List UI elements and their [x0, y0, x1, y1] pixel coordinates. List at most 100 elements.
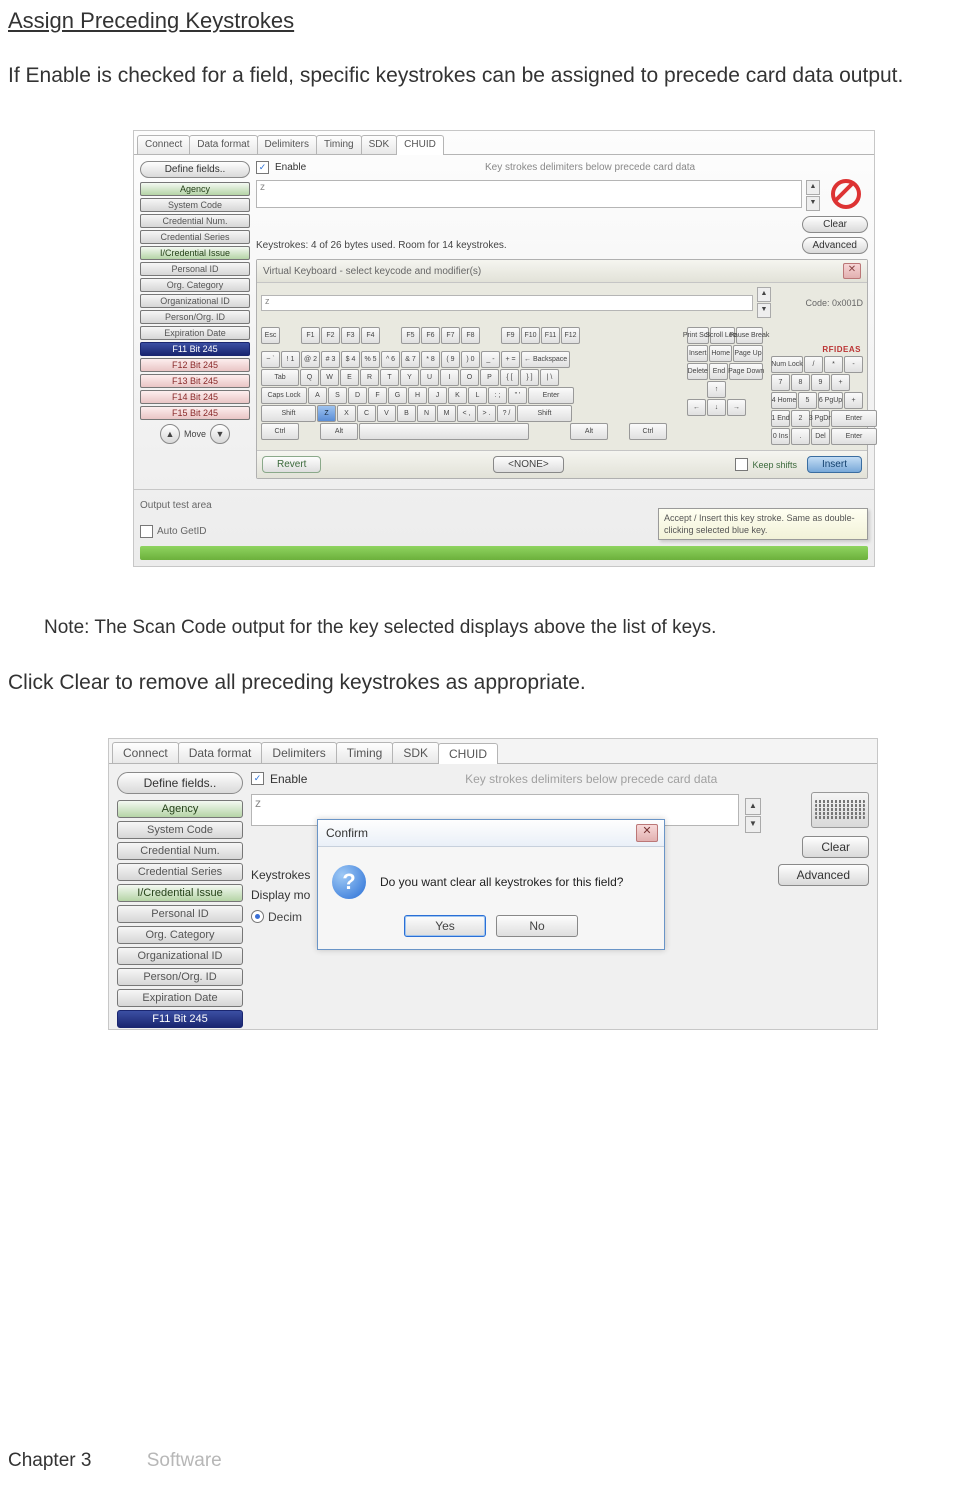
- dialog-no-button[interactable]: No: [496, 915, 578, 937]
- key-s[interactable]: S: [328, 387, 347, 404]
- key-f12[interactable]: F12: [561, 327, 580, 344]
- key-insert[interactable]: Insert: [687, 345, 708, 362]
- key-i[interactable]: I: [440, 369, 459, 386]
- key-k[interactable]: K: [448, 387, 467, 404]
- advanced-button[interactable]: Advanced: [802, 237, 868, 254]
- field-credential-series-2[interactable]: Credential Series: [117, 863, 243, 881]
- dialog-close-button[interactable]: ✕: [636, 824, 658, 842]
- key-7[interactable]: 7: [771, 374, 790, 391]
- key-f6[interactable]: F6: [421, 327, 440, 344]
- key-esc[interactable]: Esc: [261, 327, 280, 344]
- key-d[interactable]: D: [348, 387, 367, 404]
- key-shift[interactable]: Shift: [517, 405, 572, 422]
- field-person-org-id[interactable]: Person/Org. ID: [140, 310, 250, 324]
- field-f15-bit-245[interactable]: F15 Bit 245: [140, 406, 250, 420]
- key-r[interactable]: R: [360, 369, 379, 386]
- key-enter[interactable]: Enter: [528, 387, 574, 404]
- key-t[interactable]: T: [380, 369, 399, 386]
- field-credential-num--2[interactable]: Credential Num.: [117, 842, 243, 860]
- key-q[interactable]: Q: [300, 369, 319, 386]
- keep-shifts-checkbox[interactable]: ✓: [735, 458, 748, 471]
- key-0[interactable]: ) 0: [461, 351, 480, 368]
- define-fields-button-2[interactable]: Define fields..: [117, 772, 243, 794]
- keyboard-icon[interactable]: [811, 792, 869, 828]
- insert-button[interactable]: Insert: [807, 456, 862, 473]
- key-shift[interactable]: Shift: [261, 405, 316, 422]
- key-ctrl[interactable]: Ctrl: [261, 423, 299, 440]
- field-f14-bit-245[interactable]: F14 Bit 245: [140, 390, 250, 404]
- field-personal-id[interactable]: Personal ID: [140, 262, 250, 276]
- key-9[interactable]: 9: [811, 374, 830, 391]
- decimal-radio[interactable]: [251, 910, 264, 923]
- key-c[interactable]: C: [357, 405, 376, 422]
- key-delete[interactable]: Delete: [687, 363, 708, 380]
- tab-chuid[interactable]: CHUID: [396, 135, 444, 155]
- key-backspace[interactable]: ← Backspace: [521, 351, 570, 368]
- key-f7[interactable]: F7: [441, 327, 460, 344]
- key-[interactable]: →: [727, 399, 746, 416]
- key-alt[interactable]: Alt: [570, 423, 608, 440]
- key-home[interactable]: Home: [709, 345, 732, 362]
- tab-sdk-2[interactable]: SDK: [392, 742, 439, 763]
- tab-data-format-2[interactable]: Data format: [178, 742, 263, 763]
- tab-connect-2[interactable]: Connect: [112, 742, 179, 763]
- tab-timing[interactable]: Timing: [316, 135, 362, 154]
- key-[interactable]: " ': [508, 387, 527, 404]
- tab-delimiters-2[interactable]: Delimiters: [261, 742, 336, 763]
- field-f11-bit-245[interactable]: F11 Bit 245: [140, 342, 250, 356]
- enable-checkbox-2[interactable]: ✓: [251, 772, 264, 785]
- field-system-code-2[interactable]: System Code: [117, 821, 243, 839]
- field-f12-bit-245[interactable]: F12 Bit 245: [140, 358, 250, 372]
- define-fields-button[interactable]: Define fields..: [140, 161, 250, 178]
- key-p[interactable]: P: [480, 369, 499, 386]
- key-enter[interactable]: Enter: [831, 410, 877, 427]
- key-f[interactable]: F: [368, 387, 387, 404]
- key-e[interactable]: E: [340, 369, 359, 386]
- key-end[interactable]: End: [709, 363, 728, 380]
- field-org-category[interactable]: Org. Category: [140, 278, 250, 292]
- field-system-code[interactable]: System Code: [140, 198, 250, 212]
- key-[interactable]: _ -: [481, 351, 500, 368]
- key-8[interactable]: * 8: [421, 351, 440, 368]
- key-f3[interactable]: F3: [341, 327, 360, 344]
- field-i-credential-issue[interactable]: I/Credential Issue: [140, 246, 250, 260]
- auto-getid-checkbox[interactable]: ✓: [140, 525, 153, 538]
- tab-sdk[interactable]: SDK: [361, 135, 398, 154]
- key-[interactable]: + =: [501, 351, 520, 368]
- tab-chuid-2[interactable]: CHUID: [438, 743, 498, 764]
- key-o[interactable]: O: [460, 369, 479, 386]
- key-6[interactable]: ^ 6: [381, 351, 400, 368]
- key-x[interactable]: X: [337, 405, 356, 422]
- clear-button-2[interactable]: Clear: [802, 836, 869, 858]
- key-f2[interactable]: F2: [321, 327, 340, 344]
- key-[interactable]: -: [844, 356, 863, 373]
- key-6-pgup[interactable]: 6 PgUp: [818, 392, 843, 409]
- field-personal-id-2[interactable]: Personal ID: [117, 905, 243, 923]
- key-pause-break[interactable]: Pause Break: [736, 327, 763, 344]
- revert-button[interactable]: Revert: [262, 456, 321, 473]
- key-enter[interactable]: Enter: [831, 428, 877, 445]
- field-f13-bit-245[interactable]: F13 Bit 245: [140, 374, 250, 388]
- key-3[interactable]: # 3: [321, 351, 340, 368]
- move-up-button[interactable]: ▲: [160, 424, 180, 444]
- key-f1[interactable]: F1: [301, 327, 320, 344]
- key-[interactable]: | \: [540, 369, 559, 386]
- field-org-category-2[interactable]: Org. Category: [117, 926, 243, 944]
- key-ctrl[interactable]: Ctrl: [629, 423, 667, 440]
- key-[interactable]: ←: [687, 399, 706, 416]
- key-n[interactable]: N: [417, 405, 436, 422]
- vk-close-button[interactable]: ✕: [843, 263, 861, 279]
- key-m[interactable]: M: [437, 405, 456, 422]
- key-[interactable]: .: [791, 428, 810, 445]
- key-2[interactable]: 2: [791, 410, 810, 427]
- key-l[interactable]: L: [468, 387, 487, 404]
- key-page-down[interactable]: Page Down: [729, 363, 763, 380]
- field-i-credential-issue-2[interactable]: I/Credential Issue: [117, 884, 243, 902]
- tab-connect[interactable]: Connect: [137, 135, 190, 154]
- field-expiration-date[interactable]: Expiration Date: [140, 326, 250, 340]
- tab-timing-2[interactable]: Timing: [336, 742, 394, 763]
- key-num-lock[interactable]: Num Lock: [771, 356, 803, 373]
- enable-checkbox[interactable]: ✓: [256, 161, 269, 174]
- key-[interactable]: ↑: [707, 381, 726, 398]
- key-g[interactable]: G: [388, 387, 407, 404]
